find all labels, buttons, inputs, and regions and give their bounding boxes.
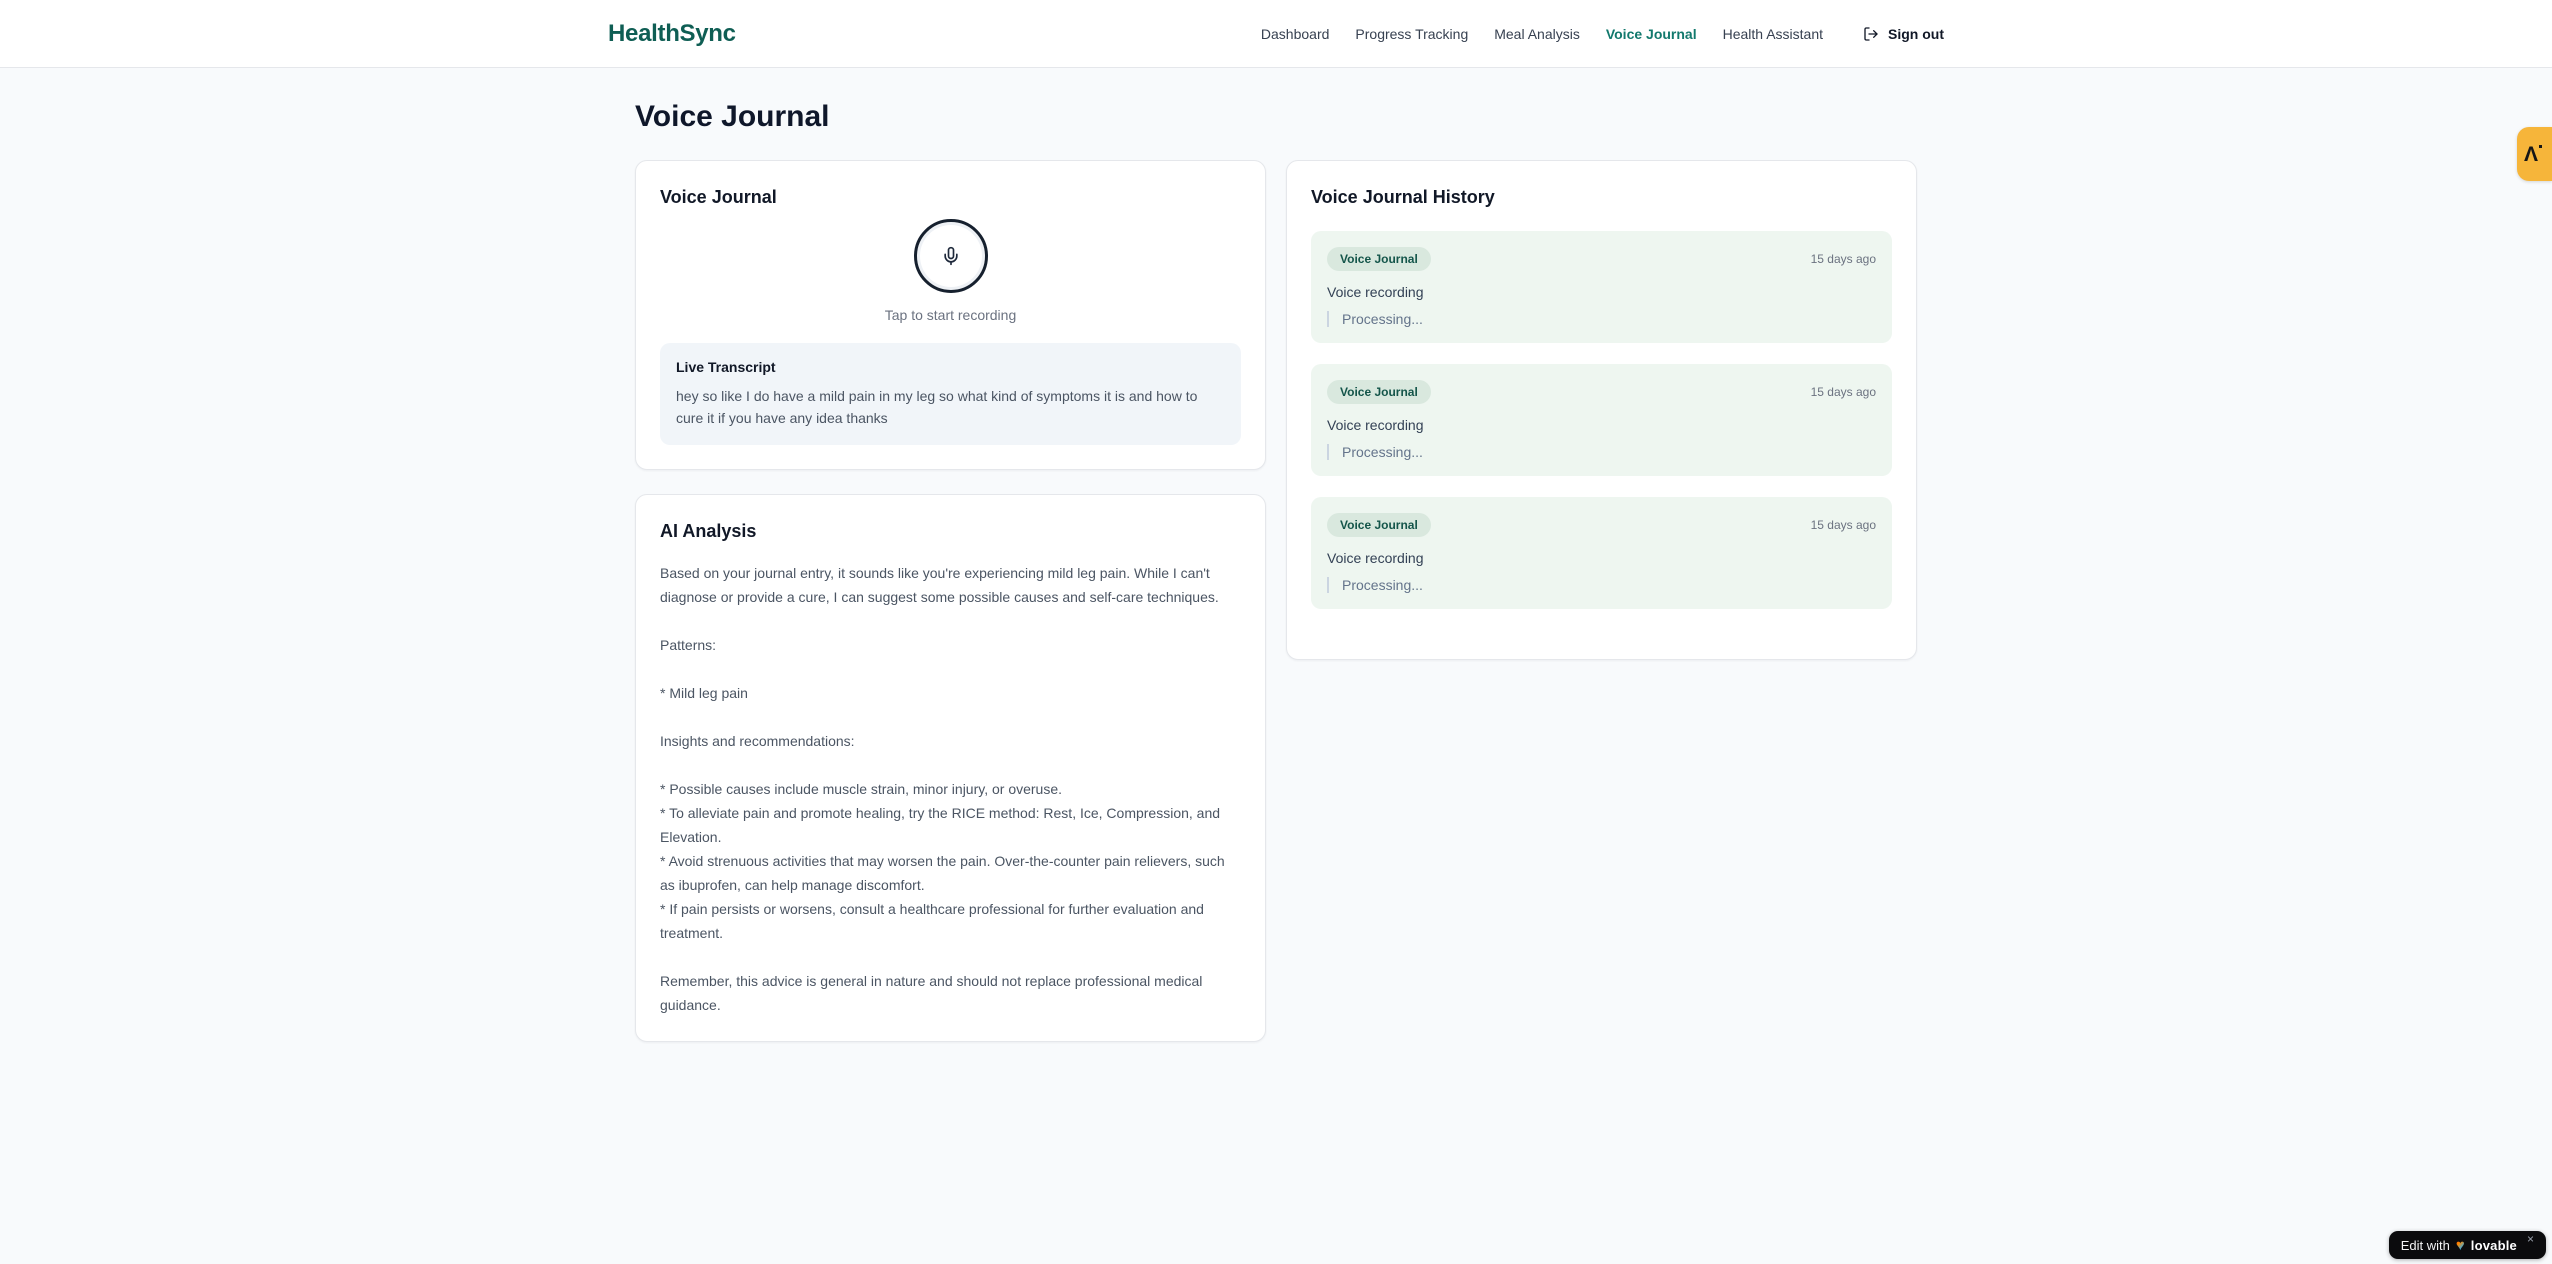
tap-to-record-hint: Tap to start recording [884, 307, 1017, 323]
close-icon[interactable]: × [2527, 1232, 2534, 1246]
side-widget-button[interactable]: Λ [2517, 127, 2552, 181]
entry-status: Processing... [1327, 577, 1876, 593]
live-transcript-label: Live Transcript [676, 359, 776, 375]
history-list: Voice Journal 15 days ago Voice recordin… [1311, 231, 1892, 609]
sign-out-button[interactable]: Sign out [1863, 26, 1944, 42]
nav-item-voice-journal[interactable]: Voice Journal [1606, 26, 1697, 42]
heart-icon: ♥ [2455, 1236, 2465, 1254]
page-title: Voice Journal [635, 100, 830, 133]
content-grid: Voice Journal Tap to start recording Liv… [635, 160, 1917, 1042]
entry-status: Processing... [1327, 444, 1876, 460]
nav-item-dashboard[interactable]: Dashboard [1261, 26, 1330, 42]
log-out-icon [1863, 26, 1879, 42]
sign-out-label: Sign out [1888, 25, 1944, 42]
entry-timestamp: 15 days ago [1810, 518, 1876, 532]
entry-header: Voice Journal 15 days ago [1327, 247, 1876, 271]
entry-status: Processing... [1327, 311, 1876, 327]
recorder-area: Tap to start recording [660, 219, 1241, 323]
edit-with-lovable-badge[interactable]: Edit with ♥ lovable × [2388, 1231, 2546, 1259]
live-transcript-text: hey so like I do have a mild pain in my … [676, 388, 1198, 426]
history-card-title: Voice Journal History [1311, 187, 1495, 207]
entry-title: Voice recording [1327, 417, 1424, 433]
entry-title: Voice recording [1327, 550, 1424, 566]
nav-item-meal-analysis[interactable]: Meal Analysis [1494, 26, 1580, 42]
entry-type-badge: Voice Journal [1327, 247, 1431, 271]
ai-analysis-card-title: AI Analysis [660, 521, 757, 541]
right-column: Voice Journal History Voice Journal 15 d… [1286, 160, 1917, 660]
history-entry[interactable]: Voice Journal 15 days ago Voice recordin… [1311, 364, 1892, 476]
main-nav: Dashboard Progress Tracking Meal Analysi… [1261, 26, 1944, 42]
nav-item-health-assistant[interactable]: Health Assistant [1723, 26, 1823, 42]
entry-title: Voice recording [1327, 284, 1424, 300]
live-transcript-box: Live Transcript hey so like I do have a … [660, 343, 1241, 445]
voice-journal-card: Voice Journal Tap to start recording Liv… [635, 160, 1266, 470]
header-container: HealthSync Dashboard Progress Tracking M… [608, 0, 1944, 67]
record-button[interactable] [913, 219, 988, 293]
main-content: Voice Journal Voice Journal Tap to start… [635, 68, 1917, 1042]
entry-type-badge: Voice Journal [1327, 380, 1431, 404]
ai-analysis-card: AI Analysis Based on your journal entry,… [635, 494, 1266, 1042]
app-logo[interactable]: HealthSync [608, 20, 736, 48]
left-column: Voice Journal Tap to start recording Liv… [635, 160, 1266, 1042]
widget-logo-icon: Λ [2524, 142, 2543, 166]
entry-header: Voice Journal 15 days ago [1327, 380, 1876, 404]
nav-item-progress-tracking[interactable]: Progress Tracking [1355, 26, 1468, 42]
microphone-icon [941, 246, 961, 266]
app-header: HealthSync Dashboard Progress Tracking M… [0, 0, 2552, 68]
ai-analysis-text: Based on your journal entry, it sounds l… [660, 565, 1225, 1013]
entry-timestamp: 15 days ago [1810, 252, 1876, 266]
lovable-label: lovable [2470, 1237, 2517, 1253]
entry-header: Voice Journal 15 days ago [1327, 513, 1876, 537]
voice-journal-card-title: Voice Journal [660, 187, 777, 207]
history-entry[interactable]: Voice Journal 15 days ago Voice recordin… [1311, 497, 1892, 609]
entry-timestamp: 15 days ago [1810, 385, 1876, 399]
history-entry[interactable]: Voice Journal 15 days ago Voice recordin… [1311, 231, 1892, 343]
edit-with-label: Edit with [2400, 1237, 2450, 1253]
entry-type-badge: Voice Journal [1327, 513, 1431, 537]
voice-journal-history-card: Voice Journal History Voice Journal 15 d… [1286, 160, 1917, 660]
